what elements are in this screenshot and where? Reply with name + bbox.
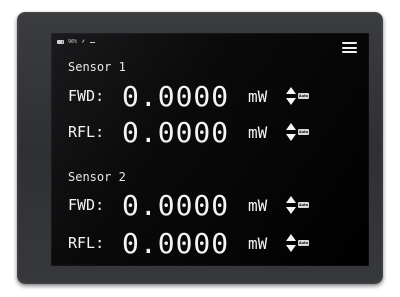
unit-mw: mW <box>248 233 268 253</box>
up-down-arrows-icon[interactable] <box>286 87 296 105</box>
unit-mw: mW <box>248 86 268 106</box>
up-down-arrows-icon[interactable] <box>286 234 296 252</box>
rfl-value: 0.0000 <box>122 115 230 149</box>
dash-icon <box>89 41 95 43</box>
sensor-1-title: Sensor 1 <box>68 60 126 74</box>
usb-icon: ⸙ <box>81 38 86 45</box>
unit-mw: mW <box>248 195 268 215</box>
up-down-arrows-icon[interactable] <box>286 123 296 141</box>
battery-icon <box>57 40 64 44</box>
auto-range-button[interactable]: Auto <box>298 93 309 99</box>
sensor-1-rfl-row: RFL: 0.0000 mW Auto <box>68 115 309 149</box>
fwd-label: FWD: <box>68 87 105 105</box>
battery-percent: 96% <box>68 39 78 45</box>
fwd-value: 0.0000 <box>122 188 230 222</box>
unit-mw: mW <box>248 122 268 142</box>
hamburger-menu-icon[interactable] <box>342 42 357 53</box>
sensor-1-fwd-row: FWD: 0.0000 mW Auto <box>68 79 309 113</box>
sensor-2-fwd-row: FWD: 0.0000 mW Auto <box>68 188 309 222</box>
fwd-value: 0.0000 <box>122 79 230 113</box>
sensor-2-rfl-row: RFL: 0.0000 mW Auto <box>68 226 309 260</box>
auto-range-button[interactable]: Auto <box>298 129 309 135</box>
status-bar: 96% ⸙ <box>57 38 95 46</box>
rfl-label: RFL: <box>68 234 105 252</box>
up-down-arrows-icon[interactable] <box>286 196 296 214</box>
auto-range-button[interactable]: Auto <box>298 202 309 208</box>
auto-range-button[interactable]: Auto <box>298 240 309 246</box>
fwd-label: FWD: <box>68 196 105 214</box>
rfl-label: RFL: <box>68 123 105 141</box>
rfl-value: 0.0000 <box>122 226 230 260</box>
sensor-2-title: Sensor 2 <box>68 170 126 184</box>
